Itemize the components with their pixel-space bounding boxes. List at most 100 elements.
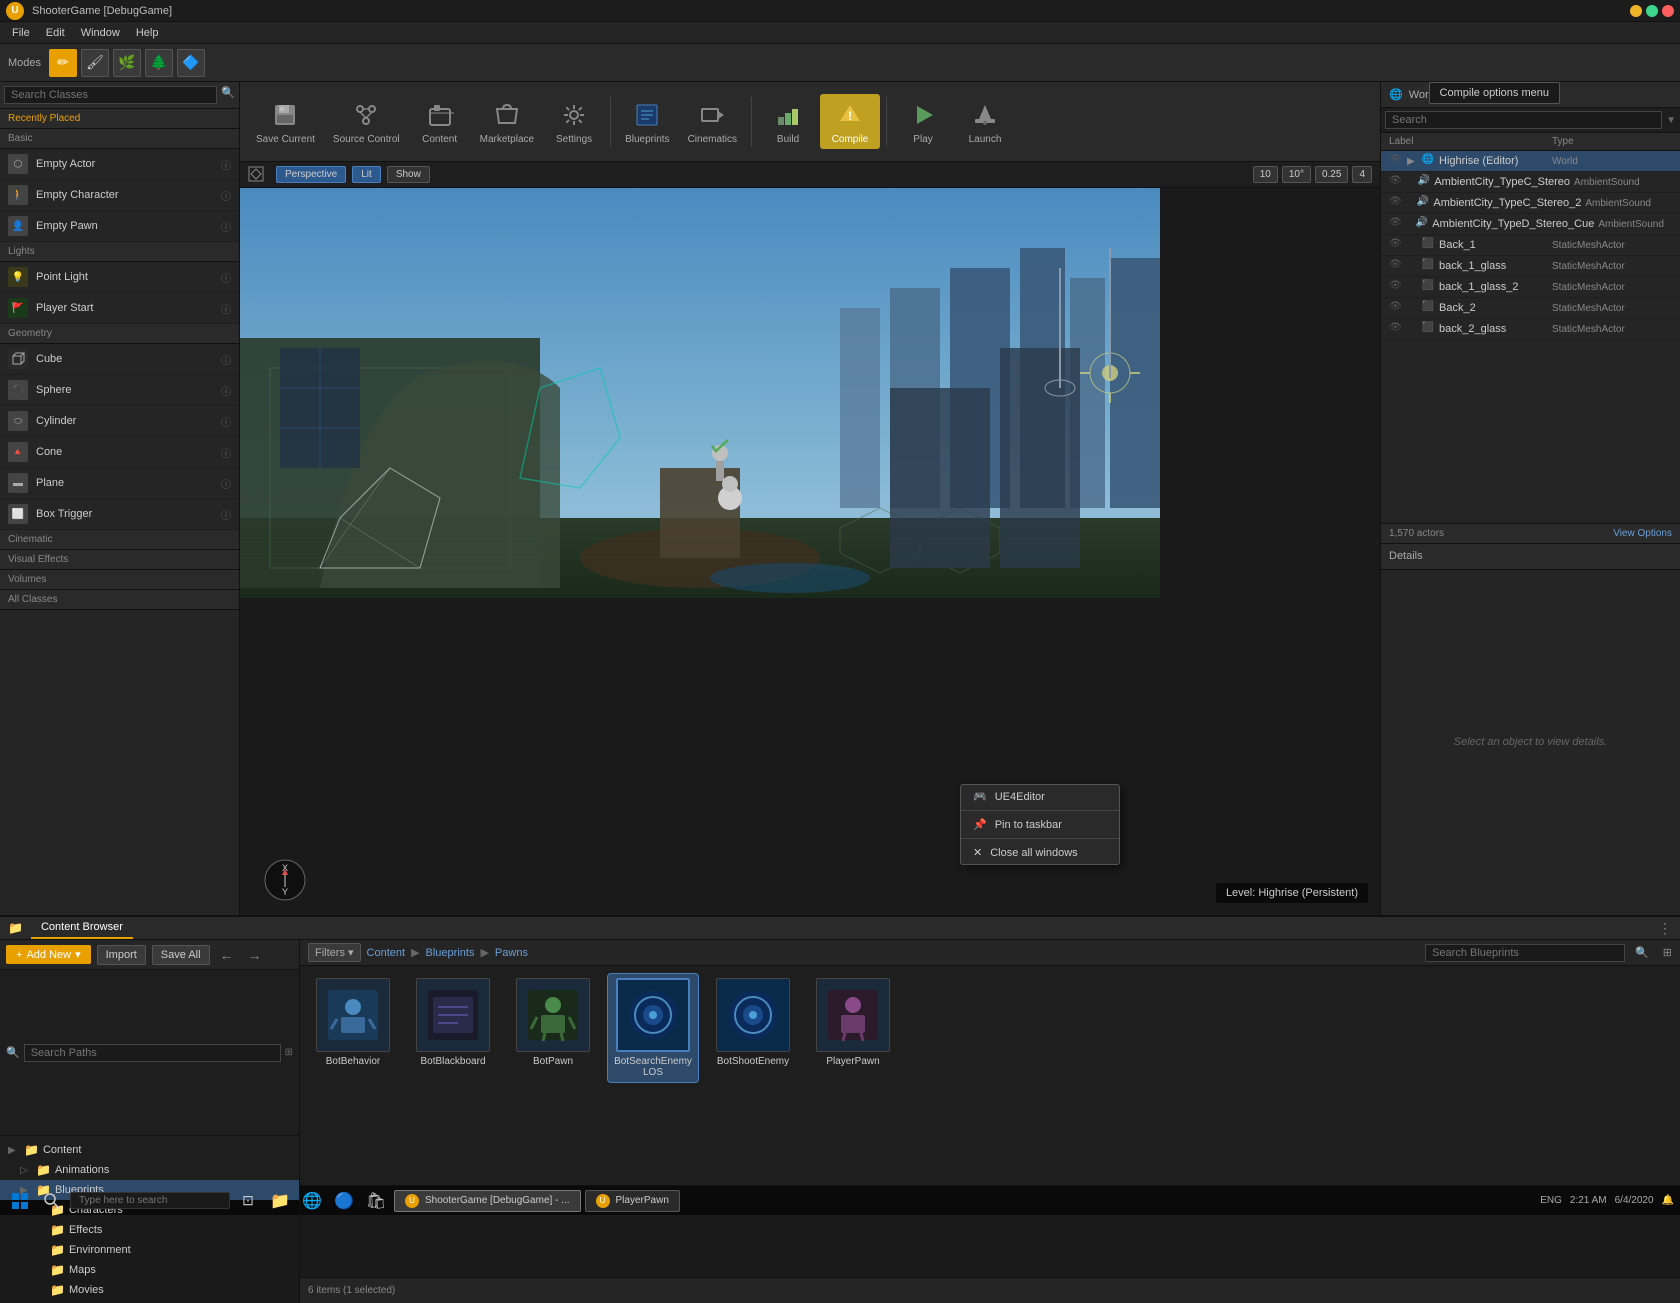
show-button[interactable]: Show [387, 166, 430, 183]
perspective-button[interactable]: Perspective [276, 166, 346, 183]
menu-window[interactable]: Window [73, 25, 128, 41]
place-item-sphere[interactable]: ⚫ Sphere ⓘ [0, 375, 239, 406]
outliner-item-back1[interactable]: 👁 ⬛ Back_1 StaticMeshActor [1381, 235, 1680, 256]
info-button[interactable]: ⓘ [221, 445, 231, 460]
start-button[interactable] [6, 1190, 34, 1212]
nav-forward-button[interactable]: → [244, 945, 266, 965]
content-browser-tab[interactable]: Content Browser [31, 917, 133, 939]
maximize-button[interactable] [1646, 5, 1658, 17]
asset-botbehavior[interactable]: BotBehavior [308, 974, 398, 1082]
taskbar-chrome-icon[interactable]: 🔵 [330, 1190, 358, 1212]
vp-num-3[interactable]: 0.25 [1315, 166, 1348, 183]
menu-file[interactable]: File [4, 25, 38, 41]
outliner-item-ambientcity-d[interactable]: 👁 🔊 AmbientCity_TypeD_Stereo_Cue Ambient… [1381, 214, 1680, 235]
mode-foliage[interactable]: 🌲 [145, 49, 173, 77]
blueprints-button[interactable]: Blueprints [617, 94, 677, 149]
path-blueprints[interactable]: Blueprints [426, 947, 475, 959]
category-geometry[interactable]: Geometry [0, 324, 239, 344]
search-button[interactable] [38, 1190, 66, 1212]
asset-botblackboard[interactable]: BotBlackboard [408, 974, 498, 1082]
place-item-plane[interactable]: ▬ Plane ⓘ [0, 468, 239, 499]
mode-geometry[interactable]: 🔷 [177, 49, 205, 77]
visibility-icon[interactable]: 👁 [1389, 154, 1403, 168]
outliner-item-ambientcity-c2[interactable]: 👁 🔊 AmbientCity_TypeC_Stereo_2 AmbientSo… [1381, 193, 1680, 214]
close-button[interactable] [1662, 5, 1674, 17]
save-all-button[interactable]: Save All [152, 945, 210, 965]
place-item-empty-character[interactable]: 🚶 Empty Character ⓘ [0, 180, 239, 211]
place-item-cube[interactable]: Cube ⓘ [0, 344, 239, 375]
menu-edit[interactable]: Edit [38, 25, 73, 41]
taskbar-search-input[interactable] [70, 1192, 230, 1209]
mode-landscape[interactable]: 🌿 [113, 49, 141, 77]
import-button[interactable]: Import [97, 945, 146, 965]
info-button[interactable]: ⓘ [221, 507, 231, 522]
place-item-empty-pawn[interactable]: 👤 Empty Pawn ⓘ [0, 211, 239, 242]
place-item-cylinder[interactable]: ⬭ Cylinder ⓘ [0, 406, 239, 437]
asset-botshoot[interactable]: BotShootEnemy [708, 974, 798, 1082]
launch-button[interactable]: Launch [955, 94, 1015, 149]
vp-num-2[interactable]: 10° [1282, 166, 1311, 183]
outliner-item-back2glass[interactable]: 👁 ⬛ back_2_glass StaticMeshActor [1381, 319, 1680, 340]
info-button[interactable]: ⓘ [221, 270, 231, 285]
visibility-icon[interactable]: 👁 [1389, 217, 1402, 231]
context-pin-taskbar[interactable]: 📌 Pin to taskbar [961, 813, 1119, 836]
build-button[interactable]: Build [758, 94, 818, 149]
place-item-point-light[interactable]: 💡 Point Light ⓘ [0, 262, 239, 293]
save-current-button[interactable]: Save Current [248, 94, 323, 149]
taskbar-window-shooter[interactable]: U ShooterGame [DebugGame] - ... [394, 1190, 581, 1212]
mode-place[interactable]: ✏ [49, 49, 77, 77]
outliner-item-back2[interactable]: 👁 ⬛ Back_2 StaticMeshActor [1381, 298, 1680, 319]
source-control-button[interactable]: Source Control [325, 94, 408, 149]
visibility-icon[interactable]: 👁 [1389, 280, 1403, 294]
menu-help[interactable]: Help [128, 25, 167, 41]
category-volumes[interactable]: Volumes [0, 570, 239, 590]
outliner-item-ambientcity-c[interactable]: 👁 🔊 AmbientCity_TypeC_Stereo AmbientSoun… [1381, 172, 1680, 193]
notifications-icon[interactable]: 🔔 [1662, 1195, 1674, 1206]
filters-button[interactable]: Filters ▾ [308, 943, 361, 962]
info-button[interactable]: ⓘ [221, 383, 231, 398]
info-button[interactable]: ⓘ [221, 352, 231, 367]
info-button[interactable]: ⓘ [221, 157, 231, 172]
category-visual-effects[interactable]: Visual Effects [0, 550, 239, 570]
content-button[interactable]: Content [410, 94, 470, 149]
play-button[interactable]: Play [893, 94, 953, 149]
asset-playerpawn[interactable]: PlayerPawn [808, 974, 898, 1082]
outliner-item-highrise[interactable]: 👁 ▶ 🌐 Highrise (Editor) World [1381, 151, 1680, 172]
vp-num-1[interactable]: 10 [1253, 166, 1278, 183]
place-item-player-start[interactable]: 🚩 Player Start ⓘ [0, 293, 239, 324]
outliner-item-back1glass2[interactable]: 👁 ⬛ back_1_glass_2 StaticMeshActor [1381, 277, 1680, 298]
context-ue4editor[interactable]: 🎮 UE4Editor [961, 785, 1119, 808]
category-all-classes[interactable]: All Classes [0, 590, 239, 610]
path-content[interactable]: Content [367, 947, 406, 959]
settings-button[interactable]: Settings [544, 94, 604, 149]
category-basic[interactable]: Basic [0, 129, 239, 149]
nav-back-button[interactable]: ← [216, 945, 238, 965]
lit-button[interactable]: Lit [352, 166, 381, 183]
asset-botpawn[interactable]: BotPawn [508, 974, 598, 1082]
visibility-icon[interactable]: 👁 [1389, 301, 1403, 315]
outliner-item-back1glass[interactable]: 👁 ⬛ back_1_glass StaticMeshActor [1381, 256, 1680, 277]
category-cinematic[interactable]: Cinematic [0, 530, 239, 550]
context-close-all[interactable]: ✕ Close all windows [961, 841, 1119, 864]
info-button[interactable]: ⓘ [221, 301, 231, 316]
search-classes-input[interactable] [4, 86, 217, 104]
task-view-button[interactable]: ⊡ [234, 1190, 262, 1212]
asset-botsearch[interactable]: BotSearchEnemyLOS [608, 974, 698, 1082]
view-options-button[interactable]: View Options [1613, 528, 1672, 539]
path-pawns[interactable]: Pawns [495, 947, 528, 959]
visibility-icon[interactable]: 👁 [1389, 175, 1402, 189]
cb-settings-icon[interactable]: ⋮ [1658, 920, 1672, 937]
search-paths-input[interactable] [24, 1044, 281, 1062]
category-lights[interactable]: Lights [0, 242, 239, 262]
place-item-empty-actor[interactable]: ⬡ Empty Actor ⓘ [0, 149, 239, 180]
taskbar-store-icon[interactable]: 🛍 [362, 1190, 390, 1212]
outliner-search-input[interactable] [1385, 111, 1662, 129]
place-item-box-trigger[interactable]: ⬜ Box Trigger ⓘ [0, 499, 239, 530]
taskbar-explorer-icon[interactable]: 📁 [266, 1190, 294, 1212]
add-new-button[interactable]: + Add New ▾ [6, 945, 91, 964]
visibility-icon[interactable]: 👁 [1389, 322, 1403, 336]
folder-effects[interactable]: 📁 Effects [0, 1220, 299, 1240]
folder-environment[interactable]: 📁 Environment [0, 1240, 299, 1260]
minimize-button[interactable] [1630, 5, 1642, 17]
search-filter-icon[interactable]: ⊞ [285, 1047, 293, 1058]
